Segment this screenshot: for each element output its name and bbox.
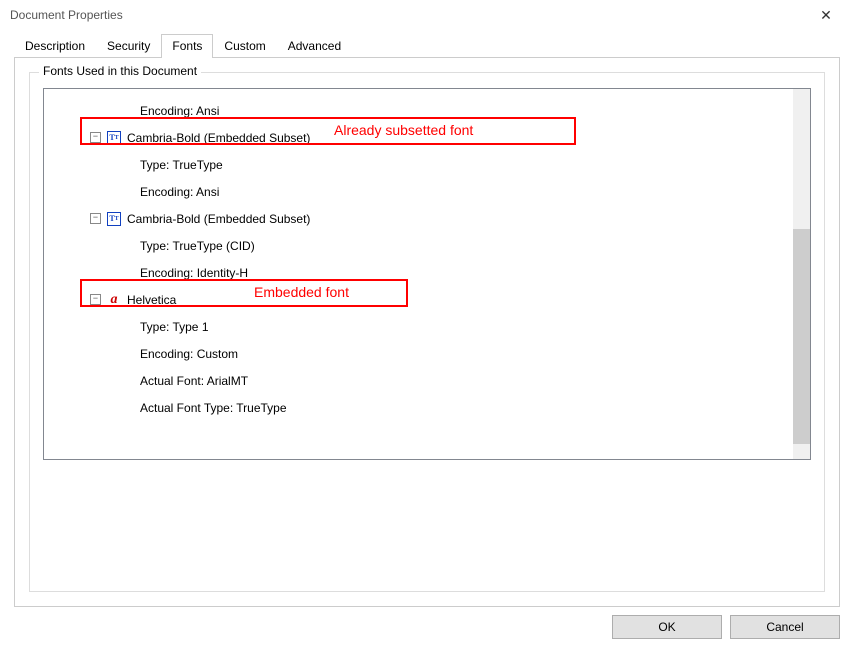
tree-detail: Actual Font Type: TrueType (44, 394, 793, 421)
window-title: Document Properties (10, 8, 806, 22)
font-name: Helvetica (127, 293, 176, 307)
fonts-groupbox: Fonts Used in this Document Encoding: An… (29, 72, 825, 592)
close-icon: ✕ (820, 7, 832, 24)
truetype-icon: TT (107, 212, 121, 226)
tree-body[interactable]: Encoding: Ansi − TT Cambria-Bold (Embedd… (44, 89, 793, 459)
tree-font-node[interactable]: − a Helvetica (44, 286, 793, 313)
detail-text: Type: Type 1 (140, 320, 209, 334)
detail-text: Type: TrueType (CID) (140, 239, 255, 253)
detail-text: Encoding: Custom (140, 347, 238, 361)
tree-font-node[interactable]: − TT Cambria-Bold (Embedded Subset) (44, 124, 793, 151)
scroll-thumb[interactable] (793, 229, 810, 444)
detail-text: Encoding: Identity-H (140, 266, 248, 280)
detail-text: Encoding: Ansi (140, 104, 219, 118)
document-properties-window: Document Properties ✕ Description Securi… (0, 0, 854, 645)
detail-text: Encoding: Ansi (140, 185, 219, 199)
font-name: Cambria-Bold (Embedded Subset) (127, 131, 310, 145)
detail-text: Type: TrueType (140, 158, 223, 172)
expander-icon[interactable]: − (90, 213, 101, 224)
expander-icon[interactable]: − (90, 294, 101, 305)
tree-detail: Type: TrueType (CID) (44, 232, 793, 259)
tab-advanced[interactable]: Advanced (277, 34, 352, 58)
tree-detail: Type: TrueType (44, 151, 793, 178)
tab-security[interactable]: Security (96, 34, 161, 58)
tab-fonts[interactable]: Fonts (161, 34, 213, 58)
tab-description[interactable]: Description (14, 34, 96, 58)
font-name: Cambria-Bold (Embedded Subset) (127, 212, 310, 226)
font-tree: Encoding: Ansi − TT Cambria-Bold (Embedd… (43, 88, 811, 460)
tree-detail: Encoding: Ansi (44, 97, 793, 124)
tab-content: Fonts Used in this Document Encoding: An… (14, 57, 840, 607)
cancel-button[interactable]: Cancel (730, 615, 840, 639)
scrollbar[interactable] (793, 89, 810, 459)
titlebar: Document Properties ✕ (0, 0, 854, 30)
tab-custom[interactable]: Custom (213, 34, 276, 58)
ok-button[interactable]: OK (612, 615, 722, 639)
close-button[interactable]: ✕ (806, 0, 846, 30)
group-label: Fonts Used in this Document (39, 64, 201, 78)
detail-text: Actual Font Type: TrueType (140, 401, 287, 415)
tree-detail: Actual Font: ArialMT (44, 367, 793, 394)
tab-strip: Description Security Fonts Custom Advanc… (0, 30, 854, 57)
tree-detail: Encoding: Identity-H (44, 259, 793, 286)
tree-detail: Encoding: Custom (44, 340, 793, 367)
detail-text: Actual Font: ArialMT (140, 374, 248, 388)
tree-detail: Type: Type 1 (44, 313, 793, 340)
truetype-icon: TT (107, 131, 121, 145)
expander-icon[interactable]: − (90, 132, 101, 143)
tree-detail: Encoding: Ansi (44, 178, 793, 205)
dialog-buttons: OK Cancel (0, 615, 854, 645)
tree-font-node[interactable]: − TT Cambria-Bold (Embedded Subset) (44, 205, 793, 232)
type1-icon: a (107, 293, 121, 307)
